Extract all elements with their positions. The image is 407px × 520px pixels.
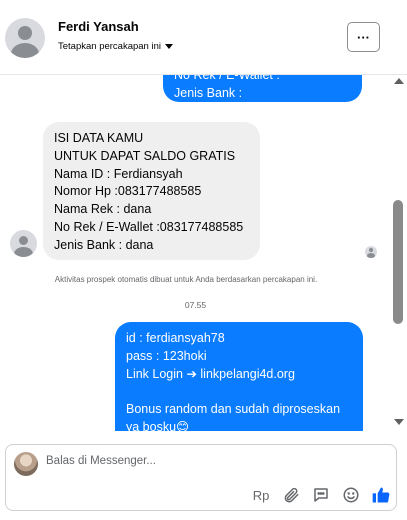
message-line: No Rek / E-Wallet :083177488585 <box>54 219 244 234</box>
sender-avatar[interactable] <box>10 230 37 257</box>
reply-input[interactable]: Balas di Messenger... <box>46 455 156 467</box>
contact-avatar[interactable] <box>5 18 45 58</box>
message-line: Nama Rek : dana <box>54 202 152 217</box>
emoji-icon[interactable] <box>336 485 366 505</box>
message-line: Bonus random dan sudah diproseskan <box>126 402 341 417</box>
message-line: No Rek / E-Wallet : <box>174 75 280 82</box>
message-thread: No Rek / E-Wallet : Jenis Bank : ISI DAT… <box>0 75 391 431</box>
message-composer: Balas di Messenger... Rp <box>5 444 397 511</box>
message-line: Jenis Bank : <box>174 85 243 100</box>
message-line: Link Login ➔ linkpelangi4d.org <box>126 366 295 381</box>
message-line: ya bosku😊 <box>126 419 190 431</box>
contact-name[interactable]: Ferdi Yansah <box>58 19 139 34</box>
system-notice: Aktivitas prospek otomatis dibuat untuk … <box>54 275 318 284</box>
message-timestamp: 07.55 <box>184 300 207 310</box>
user-avatar <box>14 452 38 476</box>
like-icon[interactable] <box>366 485 396 505</box>
outgoing-message-bubble[interactable]: No Rek / E-Wallet : Jenis Bank : <box>163 75 362 102</box>
incoming-message-bubble[interactable]: ISI DATA KAMU UNTUK DAPAT SALDO GRATIS N… <box>43 122 260 260</box>
message-line: pass : 123hoki <box>126 348 207 363</box>
pin-conversation-label: Tetapkan percakapan ini <box>58 41 161 52</box>
more-options-button[interactable]: ··· <box>347 22 380 52</box>
thread-scrollbar[interactable] <box>391 74 407 431</box>
saved-reply-icon[interactable] <box>306 485 336 505</box>
composer-toolbar: Rp <box>246 485 396 505</box>
payment-rp-button[interactable]: Rp <box>246 485 276 505</box>
scrollbar-thumb[interactable] <box>393 200 403 324</box>
pin-conversation-dropdown[interactable]: Tetapkan percakapan ini <box>58 41 173 52</box>
outgoing-message-bubble[interactable]: id : ferdiansyah78 pass : 123hoki Link L… <box>115 322 363 431</box>
scroll-down-arrow-icon[interactable] <box>394 419 404 425</box>
seen-indicator-avatar <box>365 246 377 258</box>
caret-down-icon <box>165 44 173 49</box>
message-line: Jenis Bank : dana <box>54 237 154 252</box>
message-line: Nama ID : Ferdiansyah <box>54 166 183 181</box>
attachment-icon[interactable] <box>276 485 306 505</box>
scroll-up-arrow-icon[interactable] <box>394 78 404 84</box>
message-line: ISI DATA KAMU <box>54 131 144 145</box>
conversation-header: Ferdi Yansah Tetapkan percakapan ini ··· <box>0 0 407 75</box>
message-line: Nomor Hp :083177488585 <box>54 184 202 199</box>
message-line: UNTUK DAPAT SALDO GRATIS <box>54 148 236 163</box>
message-line: id : ferdiansyah78 <box>126 331 225 345</box>
